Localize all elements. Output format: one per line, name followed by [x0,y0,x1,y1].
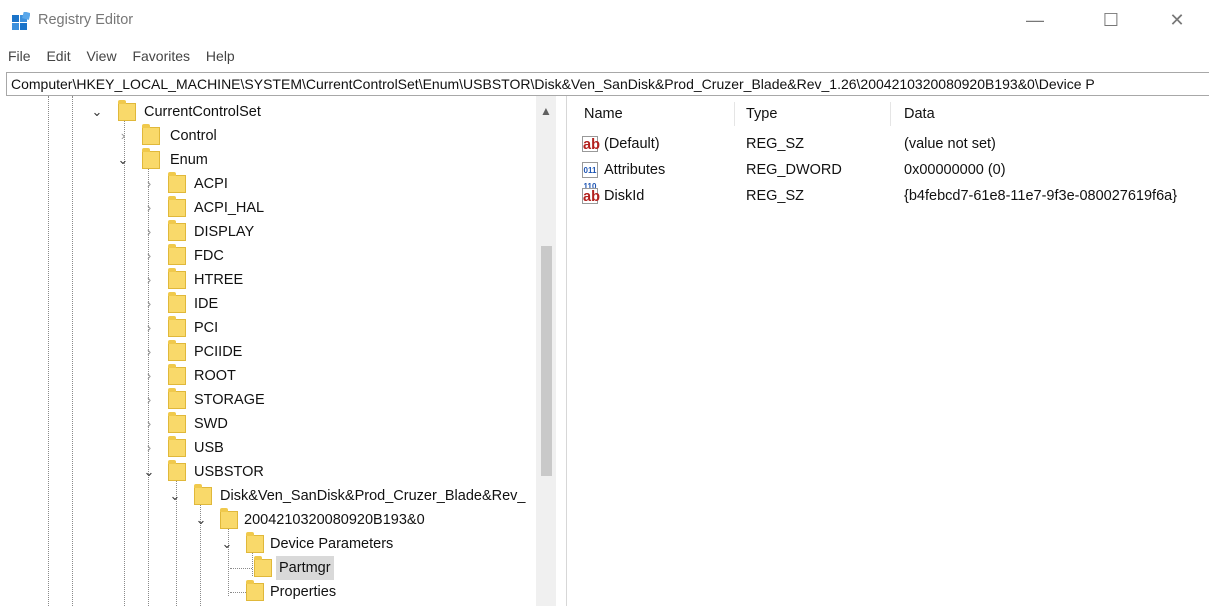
folder-icon [142,124,160,145]
folder-icon [168,436,186,457]
menu-edit[interactable]: Edit [46,44,70,68]
string-value-icon: ab [582,188,600,205]
tree-node-device-instance[interactable]: ⌄ 2004210320080920B193&0 [194,508,494,532]
folder-icon [220,508,238,529]
values-pane: Name Type Data ab (Default) REG_SZ (valu… [572,96,1209,606]
binary-value-icon: 011 110 [582,162,598,191]
tree-node-swd[interactable]: › SWD [142,412,302,436]
menu-view[interactable]: View [86,44,116,68]
tree-node-properties[interactable]: Properties [220,580,400,604]
folder-icon [168,268,186,289]
value-name: Attributes [604,162,666,178]
value-row[interactable]: ab DiskId REG_SZ {b4febcd7-61e8-11e7-9f3… [572,184,1209,208]
folder-icon [168,220,186,241]
folder-icon [246,580,264,601]
folder-icon [118,100,136,121]
tree-node-disk-sandisk[interactable]: ⌄ Disk&Ven_SanDisk&Prod_Cruzer_Blade&Rev… [168,484,548,508]
registry-tree: ⌄ CurrentControlSet › Control ⌄ Enum › A… [8,96,567,606]
tree-node-storage[interactable]: › STORAGE [142,388,302,412]
tree-node-acpi-hal[interactable]: › ACPI_HAL [142,196,302,220]
tree-node-display[interactable]: › DISPLAY [142,220,302,244]
value-data: 0x00000000 (0) [904,162,1006,178]
folder-icon [168,196,186,217]
tree-node-usb[interactable]: › USB [142,436,302,460]
tree-node-enum[interactable]: ⌄ Enum [116,148,256,172]
tree-node-usbstor[interactable]: ⌄ USBSTOR [142,460,302,484]
menu-help[interactable]: Help [206,44,235,68]
tree-node-device-parameters[interactable]: ⌄ Device Parameters [220,532,440,556]
tree-node-acpi[interactable]: › ACPI [142,172,302,196]
folder-icon [168,364,186,385]
tree-node-pci[interactable]: › PCI [142,316,302,340]
menu-file[interactable]: File [8,44,31,68]
folder-icon [194,484,212,505]
value-type: REG_SZ [746,136,805,152]
folder-icon [168,412,186,433]
folder-icon [142,148,160,169]
value-name: DiskId [604,188,645,204]
tree-node-htree[interactable]: › HTREE [142,268,302,292]
tree-scrollbar[interactable]: ▲ [536,96,556,606]
column-header-data[interactable]: Data [904,106,935,122]
tree-node-root[interactable]: › ROOT [142,364,302,388]
value-name: (Default) [604,136,660,152]
tree-node-currentcontrolset[interactable]: ⌄ CurrentControlSet [90,100,270,124]
value-data: {b4febcd7-61e8-11e7-9f3e-080027619f6a} [904,188,1178,204]
value-data: (value not set) [904,136,996,152]
tree-node-ide[interactable]: › IDE [142,292,302,316]
menu-favorites[interactable]: Favorites [132,44,190,68]
window-title: Registry Editor [38,12,134,28]
column-header-type[interactable]: Type [746,106,777,122]
folder-icon [168,388,186,409]
value-type: REG_SZ [746,188,805,204]
folder-icon [168,172,186,193]
folder-icon [246,532,264,553]
tree-node-pciide[interactable]: › PCIIDE [142,340,302,364]
tree-node-control[interactable]: › Control [116,124,256,148]
tree-node-fdc[interactable]: › FDC [142,244,302,268]
minimize-button[interactable]: — [1020,8,1050,32]
folder-icon [254,556,272,577]
title-bar: Registry Editor — ☐ ✕ [0,0,1209,42]
folder-icon [168,340,186,361]
close-button[interactable]: ✕ [1162,8,1192,32]
address-bar[interactable]: Computer\HKEY_LOCAL_MACHINE\SYSTEM\Curre… [6,72,1209,96]
menu-bar: File Edit View Favorites Help [0,44,600,68]
folder-icon [168,460,186,481]
scroll-up-arrow-icon[interactable]: ▲ [536,104,556,118]
value-type: REG_DWORD [746,162,842,178]
registry-editor-icon [12,12,30,30]
tree-node-partmgr[interactable]: Partmgr [246,556,386,580]
value-row[interactable]: ab (Default) REG_SZ (value not set) [572,132,1209,156]
column-header-name[interactable]: Name [584,106,623,122]
folder-icon [168,292,186,313]
scrollbar-thumb[interactable] [541,246,552,476]
string-value-icon: ab [582,136,600,153]
folder-icon [168,316,186,337]
maximize-button[interactable]: ☐ [1096,8,1126,32]
folder-icon [168,244,186,265]
value-row[interactable]: 011 110 Attributes REG_DWORD 0x00000000 … [572,158,1209,191]
